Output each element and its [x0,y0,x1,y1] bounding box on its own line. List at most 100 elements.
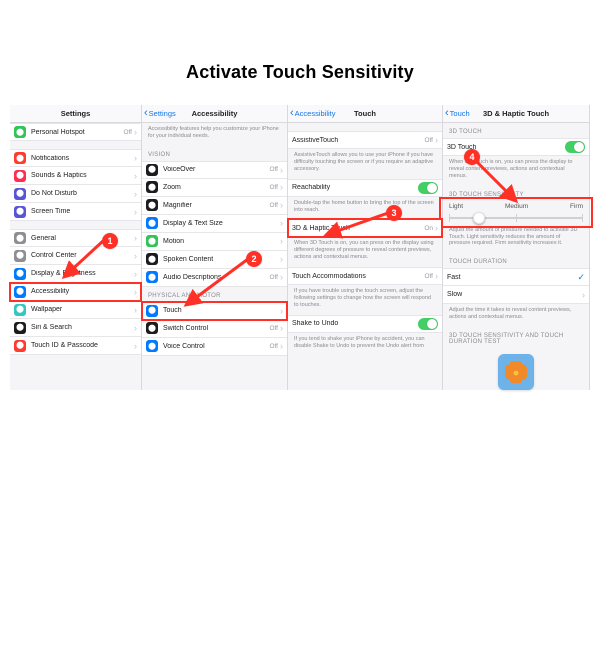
list-row[interactable]: ⬤Display & Text Size› [142,215,287,233]
row-value: Off [269,166,278,173]
list-row[interactable]: ⬤Accessibility› [10,283,141,301]
toggle-switch[interactable] [418,318,438,330]
row-label: Voice Control [163,343,269,350]
list-row[interactable]: ⬤Siri & Search› [10,319,141,337]
list-row[interactable]: AssistiveTouchOff› [288,131,442,149]
row-label: Spoken Content [163,256,280,263]
list-row[interactable]: ⬤Spoken Content› [142,251,287,269]
row-value: Off [269,343,278,350]
list-row[interactable]: ⬤General› [10,229,141,247]
chevron-right-icon: › [134,341,137,351]
list-row[interactable]: ⬤Sounds & Haptics› [10,167,141,185]
row-label: Shake to Undo [292,320,418,327]
row-value: Off [123,129,132,136]
list-row[interactable]: ⬤MagnifierOff› [142,197,287,215]
row-label: Magnifier [163,202,269,209]
row-label: General [31,235,134,242]
list-row[interactable]: 3D & Haptic TouchOn› [288,219,442,237]
callout-4: 4 [464,149,480,165]
row-label: Switch Control [163,325,269,332]
chevron-right-icon: › [134,251,137,261]
list-row[interactable]: ⬤Display & Brightness› [10,265,141,283]
list-row[interactable]: ⬤Control Center› [10,247,141,265]
chevron-right-icon: › [582,290,585,300]
chevron-right-icon: › [134,305,137,315]
row-label: Touch Accommodations [292,273,424,280]
list-row[interactable]: ⬤Audio DescriptionsOff› [142,269,287,287]
toggle-switch[interactable] [565,141,585,153]
chevron-right-icon: › [280,306,283,316]
test-image[interactable] [498,354,534,390]
row-label: Touch [163,307,280,314]
list-row[interactable]: Reachability [288,179,442,197]
slider-label-firm: Firm [570,203,583,210]
back-label: Settings [149,109,176,118]
text-icon: ⬤ [146,217,158,229]
back-button[interactable]: Accessibility [290,109,336,118]
switch-icon: ⬤ [146,322,158,334]
header-3dhaptic: Touch 3D & Haptic Touch [443,105,589,123]
list-row[interactable]: ⬤Notifications› [10,149,141,167]
row-label: Touch ID & Passcode [31,342,134,349]
section-label: 3D TOUCH [443,123,589,138]
chevron-left-icon [144,109,148,118]
row-label: Display & Brightness [31,270,134,277]
header-settings: Settings [10,105,141,123]
slider-knob[interactable] [473,212,485,224]
chevron-right-icon: › [134,269,137,279]
chevron-left-icon [290,109,294,118]
sensitivity-slider[interactable]: Light Medium Firm [443,201,589,224]
magnifier-icon: ⬤ [146,199,158,211]
row-label: Zoom [163,184,269,191]
voicecontrol-icon: ⬤ [146,340,158,352]
list-row[interactable]: ⬤ Touch› [142,302,287,320]
list-row[interactable]: Touch AccommodationsOff› [288,267,442,285]
list-row[interactable]: ⬤Motion› [142,233,287,251]
list-row[interactable]: Shake to Undo [288,315,442,333]
list-row[interactable]: ⬤Do Not Disturb› [10,185,141,203]
chevron-right-icon: › [280,200,283,210]
link-icon: ⬤ [14,126,26,138]
section-desc: When 3D Touch is on, you can press on th… [288,237,442,267]
voiceover-icon: ⬤ [146,164,158,176]
slider-label-light: Light [449,203,463,210]
back-button[interactable]: Settings [144,109,176,118]
panel-3d-haptic: Touch 3D & Haptic Touch 3D TOUCH 3D Touch… [443,105,590,390]
panels-container: Settings ⬤Personal HotspotOff›⬤Notificat… [10,105,590,390]
wallpaper-icon: ⬤ [14,304,26,316]
row-label: Personal Hotspot [31,129,123,136]
chevron-right-icon: › [280,341,283,351]
back-label: Touch [450,109,470,118]
touch-icon: ⬤ [146,305,158,317]
row-value: On [424,225,433,232]
list-row[interactable]: ⬤Touch ID & Passcode› [10,337,141,355]
chevron-right-icon: › [134,207,137,217]
chevron-right-icon: › [280,236,283,246]
list-row[interactable]: Fast✓ [443,268,589,286]
row-value: Off [269,274,278,281]
list-row[interactable]: Slow› [443,286,589,304]
siri-icon: ⬤ [14,322,26,334]
back-button[interactable]: Touch [445,109,470,118]
row-label: 3D Touch [447,144,565,151]
list-row[interactable]: ⬤VoiceOverOff› [142,161,287,179]
list-row[interactable]: ⬤Personal HotspotOff› [10,123,141,141]
chevron-right-icon: › [280,323,283,333]
list-row[interactable]: ⬤Switch ControlOff› [142,320,287,338]
chevron-left-icon [445,109,449,118]
chevron-right-icon: › [134,233,137,243]
list-row[interactable]: ⬤Wallpaper› [10,301,141,319]
callout-1: 1 [102,233,118,249]
chevron-right-icon: › [435,271,438,281]
panel-accessibility: Settings Accessibility Accessibility fea… [142,105,288,390]
section-desc: Adjust the amount of pressure needed to … [443,224,589,254]
list-row[interactable]: ⬤Screen Time› [10,203,141,221]
list-row[interactable]: ⬤ Voice ControlOff› [142,338,287,356]
speaker-icon: ⬤ [14,170,26,182]
list-row[interactable]: ⬤ZoomOff› [142,179,287,197]
toggle-switch[interactable] [418,182,438,194]
chevron-right-icon: › [134,171,137,181]
row-value: Off [424,273,433,280]
section-label: PHYSICAL AND MOTOR [142,287,287,302]
check-icon: ✓ [577,272,585,283]
